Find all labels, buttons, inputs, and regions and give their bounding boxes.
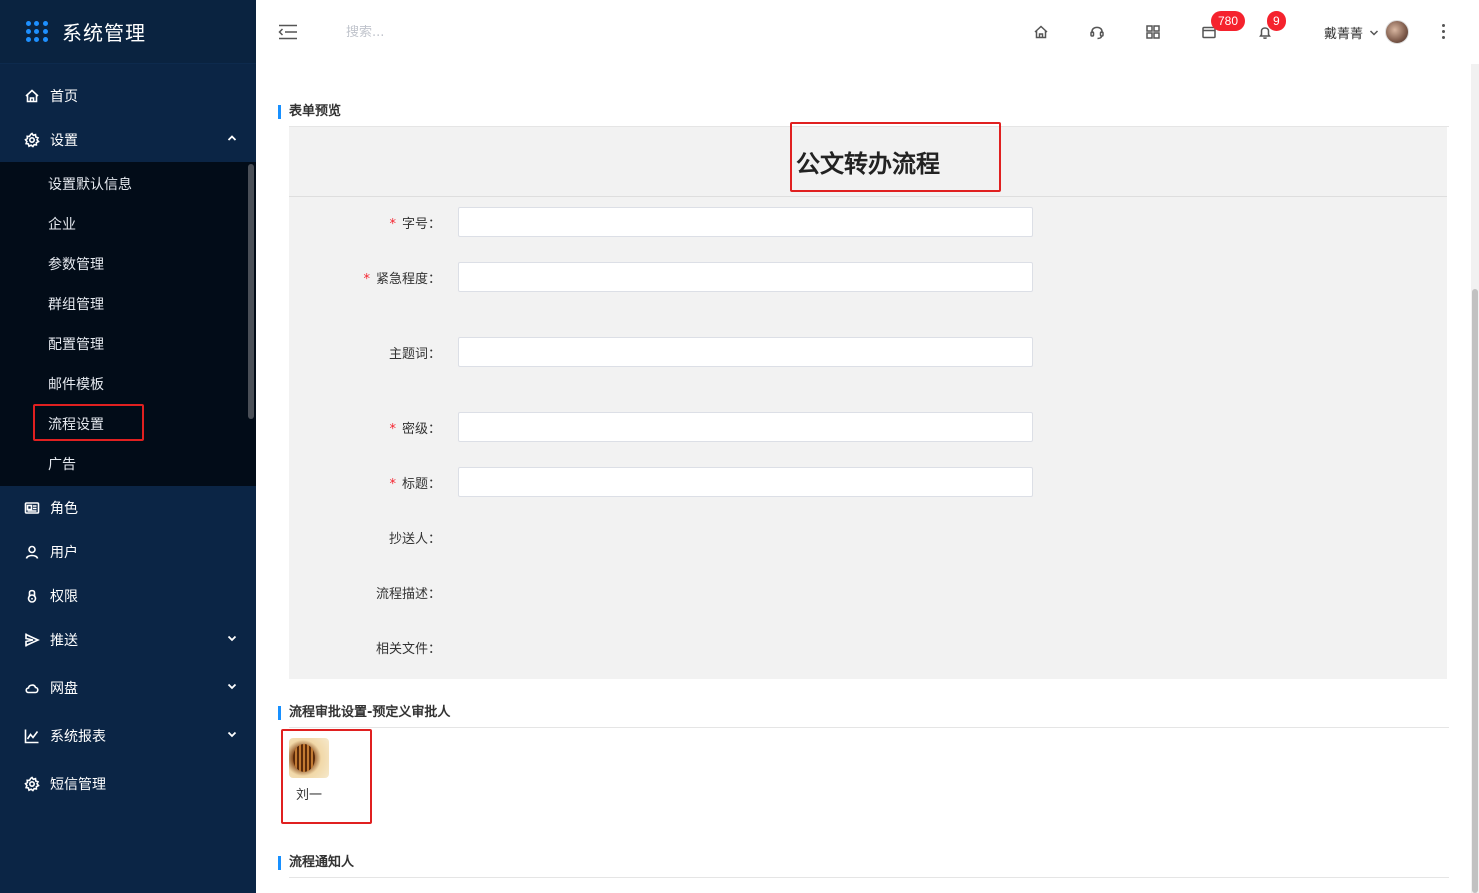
field-label: 抄送人： [388,531,441,547]
settings-submenu: 设置默认信息 企业 参数管理 群组管理 配置管理 邮件模板 流程设置 广告 [0,162,256,486]
chevron-down-icon [226,680,238,692]
sidebar-menu-lower: 角色 用户 权限 推送 网盘 系统报表 短信管理 [0,486,256,806]
brand-title: 系统管理 [62,21,146,45]
keywords-input[interactable] [458,337,1033,367]
required-mark: * [389,216,396,232]
gear-icon [24,132,40,148]
more-vertical-icon[interactable] [1440,24,1446,40]
form-row-urgency: * 紧急程度： [289,262,1447,292]
divider [289,727,1449,728]
bell-icon[interactable]: 9 [1237,0,1293,64]
notification-badge: 9 [1267,11,1286,31]
username: 戴菁菁 [1324,26,1364,42]
form-row-cc: 抄送人： [289,522,1447,552]
field-label: 相关文件： [375,641,441,657]
form-row-title: * 标题： [289,467,1447,497]
sidebar-item-permissions[interactable]: 权限 [0,574,256,618]
sidebar-item-label: 用户 [50,545,78,561]
mail-icon[interactable]: 780 [1181,0,1246,64]
chevron-down-icon [226,728,238,740]
field-label: * 密级： [389,421,441,437]
approval-section-title: 流程审批设置-预定义审批人 [278,706,1448,720]
sidebar-item-label: 推送 [50,633,78,649]
chevron-up-icon [226,132,238,144]
required-mark: * [389,421,396,437]
main-scrollbar[interactable] [1471,64,1479,893]
avatar[interactable] [1385,20,1410,44]
sidebar-item-reports[interactable]: 系统报表 [0,714,256,758]
sidebar-item-label: 角色 [50,501,78,517]
field-label: 流程描述： [375,586,441,602]
sidebar-item-label: 权限 [50,589,78,605]
sidebar-subitem-parameters[interactable]: 参数管理 [0,244,256,284]
send-icon [24,632,40,648]
sidebar-menu: 首页 设置 [0,64,256,162]
approver-card[interactable]: 刘一 [289,738,329,803]
form-preview-section-title: 表单预览 [278,105,1448,119]
user-icon [24,544,40,560]
sidebar-item-roles[interactable]: 角色 [0,486,256,530]
user-menu[interactable]: 戴菁菁 [1324,0,1410,64]
cloud-icon [24,680,40,696]
grid-icon[interactable] [1125,0,1181,64]
sidebar-subitem-mail-template[interactable]: 邮件模板 [0,364,256,404]
header-icons: 780 9 [1013,0,1293,64]
main-content: 表单预览 公文转办流程 * 字号： * 紧急程度： 主题词： * 密级： * 标题： 抄… [256,64,1479,893]
gear-icon [24,776,40,792]
sidebar-item-push[interactable]: 推送 [0,618,256,662]
notify-section-title: 流程通知人 [278,856,1448,870]
apps-grid-icon[interactable] [26,20,48,43]
form-row-keywords: 主题词： [289,337,1447,367]
sidebar-subitem-workflow-settings[interactable]: 流程设置 [0,404,256,444]
sidebar-item-label: 首页 [50,89,78,105]
sidebar-item-label: 设置 [50,133,78,149]
sidebar-item-settings[interactable]: 设置 [0,118,256,162]
lock-icon [24,588,40,604]
field-label: * 紧急程度： [363,271,441,287]
form-title: 公文转办流程 [289,127,1447,197]
divider [289,877,1449,878]
sidebar-item-sms[interactable]: 短信管理 [0,762,256,806]
home-icon[interactable] [1013,0,1069,64]
required-mark: * [363,271,370,287]
doc-number-input[interactable] [458,207,1033,237]
field-label: * 标题： [389,476,441,492]
brand: 系统管理 [0,0,256,64]
sidebar-item-netdisk[interactable]: 网盘 [0,666,256,710]
form-row-files: 相关文件： [289,632,1447,662]
sidebar-item-label: 系统报表 [50,729,106,745]
home-icon [24,88,40,104]
form-preview-panel: 公文转办流程 * 字号： * 紧急程度： 主题词： * 密级： * 标题： 抄送人： 流… [289,127,1447,679]
sidebar-item-users[interactable]: 用户 [0,530,256,574]
required-mark: * [389,476,396,492]
approver-name: 刘一 [295,788,322,803]
form-row-doc-number: * 字号： [289,207,1447,237]
sidebar-item-label: 短信管理 [50,777,106,793]
sidebar-subitem-config[interactable]: 配置管理 [0,324,256,364]
sidebar-scrollbar[interactable] [248,164,254,419]
approver-avatar [289,738,329,778]
chart-icon [24,728,40,744]
id-card-icon [24,500,40,516]
secrecy-input[interactable] [458,412,1033,442]
sidebar-item-home[interactable]: 首页 [0,74,256,118]
search-input[interactable] [346,24,646,40]
chevron-down-icon [226,632,238,644]
urgency-input[interactable] [458,262,1033,292]
field-label: * 字号： [389,216,441,232]
form-row-secrecy: * 密级： [289,412,1447,442]
sidebar-subitem-ads[interactable]: 广告 [0,444,256,484]
top-header: 780 9 戴菁菁 [256,0,1479,64]
chevron-down-icon [1369,27,1379,37]
field-label: 主题词： [388,346,441,362]
sidebar-item-label: 网盘 [50,681,78,697]
sidebar-subitem-default-info[interactable]: 设置默认信息 [0,164,256,204]
headset-icon[interactable] [1069,0,1125,64]
sidebar: 系统管理 首页 设置 设置默认信息 企业 参数管理 群组管理 配置管理 邮件模板… [0,0,256,893]
title-input[interactable] [458,467,1033,497]
sidebar-subitem-enterprise[interactable]: 企业 [0,204,256,244]
form-row-description: 流程描述： [289,577,1447,607]
menu-collapse-icon[interactable] [278,24,298,40]
sidebar-subitem-groups[interactable]: 群组管理 [0,284,256,324]
